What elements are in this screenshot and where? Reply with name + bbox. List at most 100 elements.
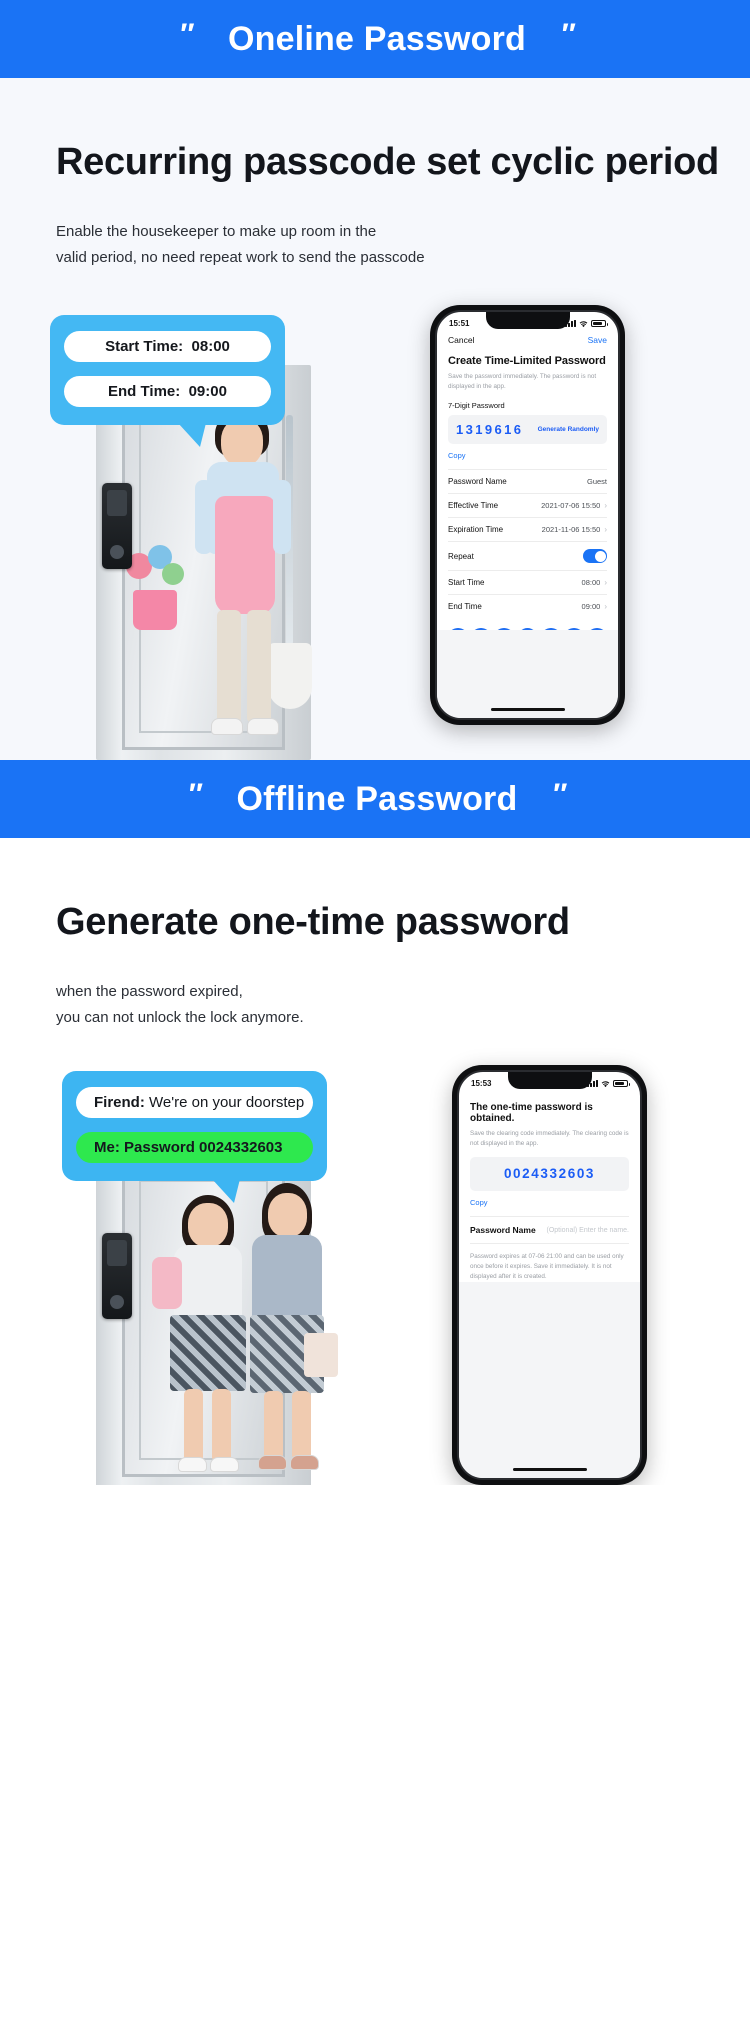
row-value: 2021-07-06 15:50 — [541, 501, 601, 510]
start-time-label: Start Time: — [105, 338, 184, 356]
shoe-left — [258, 1455, 287, 1471]
end-time-value: 09:00 — [188, 383, 227, 401]
chat-bubble: Firend: We're on your doorstep Me: Passw… — [62, 1071, 327, 1204]
phone-empty-area — [459, 1282, 640, 1479]
row-expiration-time[interactable]: Expiration Time 2021-11-06 15:50 › — [448, 518, 607, 542]
home-indicator[interactable] — [490, 707, 565, 712]
phone-notch — [507, 1072, 592, 1090]
top — [252, 1235, 322, 1324]
phone-mockup-1: 15:51 Cancel Save Create Time-Limited Pa… — [430, 305, 625, 726]
start-time-pill: Start Time: 08:00 — [64, 331, 271, 363]
time-bubble: Start Time: 08:00 End Time: 09:00 — [50, 315, 285, 448]
promo-page: ″ Oneline Password ″ Recurring passcode … — [0, 0, 750, 1486]
leg-left — [217, 610, 241, 723]
shoe-left — [211, 718, 243, 736]
top — [174, 1245, 242, 1324]
banner-title: Oneline Password — [228, 19, 526, 58]
settings-rows: Password Name Guest Effective Time 2021-… — [448, 469, 607, 618]
friend-label: Firend: — [94, 1094, 145, 1112]
row-password-name[interactable]: Password Name Guest — [448, 470, 607, 494]
status-time: 15:53 — [471, 1079, 492, 1089]
quote-left-icon: ″ — [178, 18, 193, 51]
save-button[interactable]: Save — [588, 335, 607, 345]
password-value: 1319616 — [456, 422, 524, 437]
me-label: Me: — [94, 1139, 120, 1157]
copy-button[interactable]: Copy — [448, 451, 607, 460]
onetime-password-value: 0024332603 — [503, 1166, 596, 1182]
row-end-time[interactable]: End Time 09:00 › — [448, 595, 607, 618]
phone-screen-description: Save the password immediately. The passw… — [448, 373, 597, 390]
row-repeat[interactable]: Repeat — [448, 542, 607, 571]
smart-lock-icon — [102, 483, 132, 570]
cancel-button[interactable]: Cancel — [448, 335, 474, 345]
password-field-label: 7-Digit Password — [448, 401, 505, 410]
phone-screen-title: The one-time password is obtained. — [470, 1102, 593, 1125]
end-time-label: End Time: — [108, 383, 181, 401]
leg-right — [212, 1389, 231, 1462]
row-value: 09:00 — [581, 602, 601, 611]
row-start-time[interactable]: Start Time 08:00 › — [448, 571, 607, 595]
scene-housekeeper: Start Time: 08:00 End Time: 09:00 15:51 — [0, 305, 750, 761]
flower-pot — [133, 590, 177, 631]
repeat-toggle[interactable] — [583, 549, 607, 563]
quote-right-icon: ″ — [559, 18, 574, 51]
phone-navbar: Cancel Save — [437, 330, 618, 351]
row-label: Effective Time — [448, 501, 499, 510]
smart-lock-icon — [102, 1233, 132, 1320]
leg-left — [184, 1389, 203, 1462]
leg-right — [247, 610, 271, 723]
row-password-name[interactable]: Password Name (Optional) Enter the name. — [470, 1216, 630, 1245]
shoe-right — [247, 718, 279, 736]
phone-screen-description: Save the clearing code immediately. The … — [470, 1130, 629, 1147]
backpack — [152, 1257, 182, 1310]
home-indicator[interactable] — [512, 1467, 587, 1472]
wifi-icon — [601, 1081, 610, 1087]
subtitle-line-1: Enable the housekeeper to make up room i… — [56, 222, 377, 240]
row-value: 08:00 — [581, 578, 601, 587]
battery-icon — [591, 320, 608, 328]
row-label: Expiration Time — [448, 525, 504, 534]
housekeeper-figure — [185, 410, 305, 760]
head — [221, 418, 263, 467]
row-label: Start Time — [448, 578, 485, 587]
head — [188, 1203, 228, 1248]
status-time: 15:51 — [449, 319, 470, 329]
row-effective-time[interactable]: Effective Time 2021-07-06 15:50 › — [448, 494, 607, 518]
battery-icon — [613, 1080, 630, 1088]
section-subtitle: Enable the housekeeper to make up room i… — [56, 219, 750, 272]
shoe-right — [290, 1455, 319, 1471]
chevron-right-icon: › — [604, 578, 607, 587]
shoe-left — [178, 1457, 207, 1473]
section-subtitle: when the password expired, you can not u… — [56, 979, 750, 1032]
row-value: Guest — [586, 477, 607, 486]
expiry-note: Password expires at 07-06 21:00 and can … — [470, 1253, 624, 1280]
password-display: 1319616 Generate Randomly — [448, 415, 607, 444]
phone-notch — [485, 312, 570, 330]
start-time-value: 08:00 — [191, 338, 230, 356]
leg-right — [292, 1391, 311, 1460]
row-label: Password Name — [470, 1225, 536, 1236]
chevron-right-icon: › — [604, 525, 607, 534]
chevron-right-icon: › — [604, 501, 607, 510]
flower-c — [162, 563, 184, 586]
friend-message: We're on your doorstep — [149, 1094, 305, 1112]
chevron-right-icon: › — [604, 602, 607, 611]
password-name-input[interactable]: (Optional) Enter the name. — [547, 1227, 630, 1234]
phone-mockup-2: 15:53 The one-time password is obtained.… — [452, 1065, 647, 1486]
leg-left — [264, 1391, 283, 1460]
page-title: Recurring passcode set cyclic period — [56, 141, 719, 183]
section-offline-password: Generate one-time password when the pass… — [0, 838, 750, 1486]
wifi-icon — [579, 320, 588, 327]
scene-friends: Firend: We're on your doorstep Me: Passw… — [0, 1065, 750, 1486]
generate-randomly-button[interactable]: Generate Randomly — [538, 426, 599, 433]
handbag — [304, 1333, 338, 1378]
page-title: Generate one-time password — [56, 901, 570, 944]
copy-button[interactable]: Copy — [470, 1198, 629, 1207]
subtitle-line-1: when the password expired, — [56, 982, 243, 1000]
head — [268, 1193, 307, 1238]
arm-right — [273, 480, 291, 555]
banner-offline-password: ″ Offline Password ″ — [0, 760, 750, 839]
row-value: 2021-11-06 15:50 — [541, 525, 601, 534]
row-label: End Time — [448, 602, 482, 611]
end-time-pill: End Time: 09:00 — [64, 376, 271, 408]
